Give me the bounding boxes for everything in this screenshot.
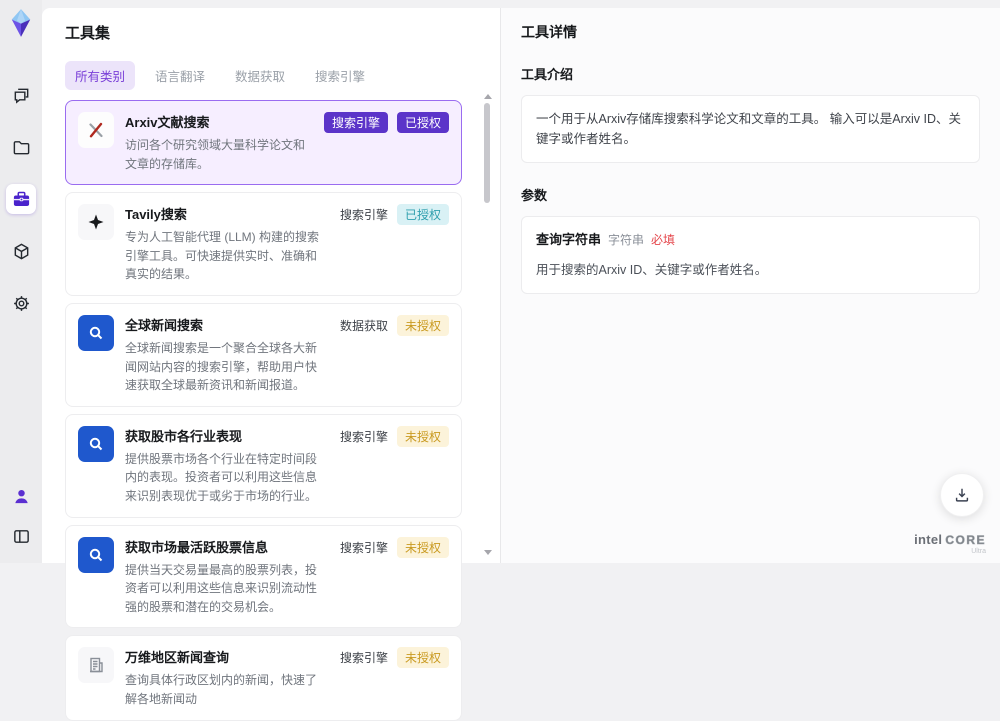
tab-search-engine[interactable]: 搜索引擎 — [305, 61, 375, 90]
sidebar-item-settings[interactable] — [6, 288, 36, 318]
tool-description: 提供股票市场各个行业在特定时间段内的表现。投资者可以利用这些信息来识别表现优于或… — [125, 450, 325, 506]
tool-detail-panel: 工具详情 工具介绍 一个用于从Arxiv存储库搜索科学论文和文章的工具。 输入可… — [500, 8, 1000, 563]
scroll-up-arrow-icon[interactable] — [484, 94, 492, 99]
tool-list: Arxiv文献搜索 访问各个研究领域大量科学论文和文章的存储库。 搜索引擎 已授… — [65, 100, 474, 721]
category-label: 搜索引擎 — [340, 426, 388, 447]
gear-icon — [12, 294, 31, 313]
news-search-logo-icon — [78, 537, 114, 573]
tool-name: Tavily搜索 — [125, 204, 325, 223]
intel-core-logo: intel CORE Ultra — [914, 533, 986, 555]
category-label: 数据获取 — [340, 315, 388, 336]
sidebar-item-files[interactable] — [6, 132, 36, 162]
category-label: 搜索引擎 — [340, 204, 388, 225]
folder-icon — [12, 138, 31, 157]
param-name: 查询字符串 — [536, 230, 601, 251]
status-badge: 未授权 — [397, 426, 449, 447]
core-ultra-text: Ultra — [914, 548, 986, 555]
tool-list-panel: 工具集 所有类别 语言翻译 数据获取 搜索引擎 Arxiv文献搜索 访问各个研究… — [42, 8, 500, 563]
params-heading: 参数 — [521, 185, 980, 204]
category-tabs: 所有类别 语言翻译 数据获取 搜索引擎 — [65, 61, 474, 90]
tool-description: 查询具体行政区划内的新闻，快速了解各地新闻动 — [125, 671, 325, 708]
chat-icon — [12, 86, 31, 105]
tavily-logo-icon — [78, 204, 114, 240]
sidebar-item-chat[interactable] — [6, 80, 36, 110]
tool-description: 全球新闻搜索是一个聚合全球各大新闻网站内容的搜索引擎，帮助用户快速获取全球最新资… — [125, 339, 325, 395]
tool-card-active-stocks[interactable]: 获取市场最活跃股票信息 提供当天交易量最高的股票列表，投资者可以利用这些信息来识… — [65, 525, 462, 629]
core-logo-text: CORE — [945, 534, 986, 546]
intro-box: 一个用于从Arxiv存储库搜索科学论文和文章的工具。 输入可以是Arxiv ID… — [521, 95, 980, 163]
app-logo-icon — [7, 8, 35, 38]
detail-title: 工具详情 — [521, 22, 980, 42]
sidebar-item-tools[interactable] — [6, 184, 36, 214]
category-badge: 搜索引擎 — [324, 112, 388, 133]
tab-all-categories[interactable]: 所有类别 — [65, 61, 135, 90]
panel-toggle-icon — [12, 527, 31, 546]
status-badge: 已授权 — [397, 112, 449, 133]
tool-description: 提供当天交易量最高的股票列表，投资者可以利用这些信息来识别流动性强的股票和潜在的… — [125, 561, 325, 617]
news-search-logo-icon — [78, 426, 114, 462]
tool-name: 全球新闻搜索 — [125, 315, 325, 334]
param-box: 查询字符串 字符串 必填 用于搜索的Arxiv ID、关键字或作者姓名。 — [521, 216, 980, 294]
category-label: 搜索引擎 — [340, 537, 388, 558]
user-icon — [12, 487, 31, 506]
tab-language-translation[interactable]: 语言翻译 — [145, 61, 215, 90]
download-button[interactable] — [940, 473, 984, 517]
tool-name: Arxiv文献搜索 — [125, 112, 309, 131]
category-label: 搜索引擎 — [340, 647, 388, 668]
tab-data-fetch[interactable]: 数据获取 — [225, 61, 295, 90]
newspaper-building-icon — [78, 647, 114, 683]
sidebar-item-account[interactable] — [6, 481, 36, 511]
list-scrollbar[interactable] — [483, 94, 491, 555]
arxiv-logo-icon — [78, 112, 114, 148]
cube-icon — [12, 242, 31, 261]
sidebar-item-packages[interactable] — [6, 236, 36, 266]
tool-name: 获取股市各行业表现 — [125, 426, 325, 445]
tool-name: 获取市场最活跃股票信息 — [125, 537, 325, 556]
param-required-flag: 必填 — [651, 231, 675, 250]
scroll-down-arrow-icon[interactable] — [484, 550, 492, 555]
status-badge: 未授权 — [397, 315, 449, 336]
status-badge: 未授权 — [397, 647, 449, 668]
left-sidebar — [0, 0, 42, 563]
status-badge: 已授权 — [397, 204, 449, 225]
tool-description: 专为人工智能代理 (LLM) 构建的搜索引擎工具。可快速提供实时、准确和真实的结… — [125, 228, 325, 284]
tool-card-global-news[interactable]: 全球新闻搜索 全球新闻搜索是一个聚合全球各大新闻网站内容的搜索引擎，帮助用户快速… — [65, 303, 462, 407]
intel-logo-text: intel — [914, 533, 942, 546]
param-description: 用于搜索的Arxiv ID、关键字或作者姓名。 — [536, 260, 965, 280]
download-icon — [953, 486, 971, 504]
param-type: 字符串 — [608, 231, 644, 250]
scrollbar-thumb[interactable] — [484, 103, 490, 203]
page-title: 工具集 — [65, 22, 474, 43]
intro-heading: 工具介绍 — [521, 64, 980, 83]
tool-description: 访问各个研究领域大量科学论文和文章的存储库。 — [125, 136, 309, 173]
sidebar-item-panel-toggle[interactable] — [6, 521, 36, 551]
tool-card-tavily[interactable]: Tavily搜索 专为人工智能代理 (LLM) 构建的搜索引擎工具。可快速提供实… — [65, 192, 462, 296]
tool-card-arxiv[interactable]: Arxiv文献搜索 访问各个研究领域大量科学论文和文章的存储库。 搜索引擎 已授… — [65, 100, 462, 185]
toolbox-icon — [12, 190, 31, 209]
tool-card-sector-performance[interactable]: 获取股市各行业表现 提供股票市场各个行业在特定时间段内的表现。投资者可以利用这些… — [65, 414, 462, 518]
status-badge: 未授权 — [397, 537, 449, 558]
tool-name: 万维地区新闻查询 — [125, 647, 325, 666]
news-search-logo-icon — [78, 315, 114, 351]
tool-card-regional-news[interactable]: 万维地区新闻查询 查询具体行政区划内的新闻，快速了解各地新闻动 搜索引擎 未授权 — [65, 635, 462, 720]
